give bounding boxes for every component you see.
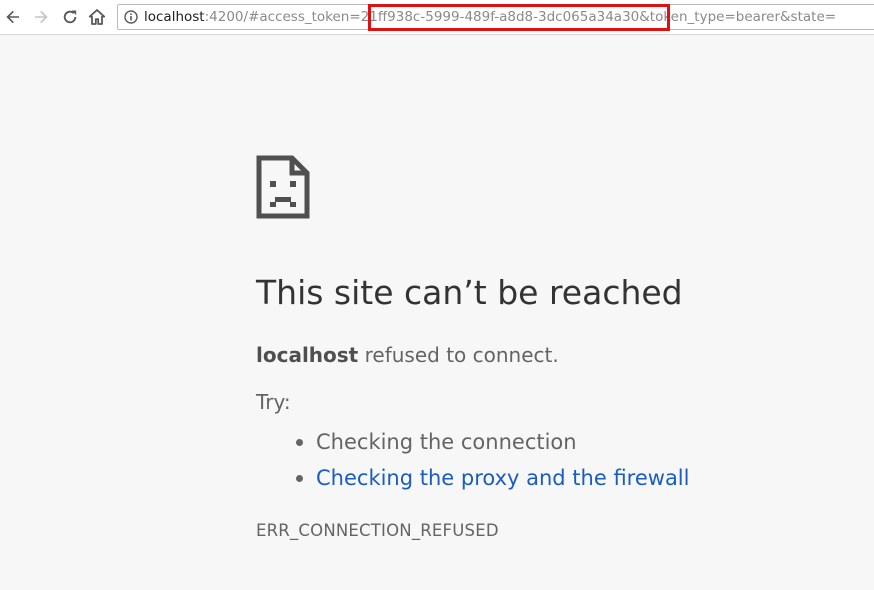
info-icon[interactable] bbox=[124, 10, 138, 24]
error-headline: This site can’t be reached bbox=[256, 273, 683, 312]
back-arrow-icon bbox=[6, 10, 20, 24]
suggestion-item[interactable]: Checking the proxy and the firewall bbox=[296, 460, 689, 496]
error-host: localhost bbox=[256, 343, 359, 367]
url-access-token: 21ff938c-5999-489f-a8d8-3dc065a34a30 bbox=[360, 9, 640, 25]
browser-toolbar: localhost:4200/#access_token=21ff938c-59… bbox=[0, 0, 874, 35]
home-icon bbox=[88, 9, 106, 25]
reload-icon bbox=[63, 10, 77, 24]
url-params: &token_type=bearer&state= bbox=[639, 9, 837, 25]
forward-arrow-icon bbox=[35, 10, 48, 24]
url-text[interactable]: localhost:4200/#access_token=21ff938c-59… bbox=[144, 9, 836, 26]
reload-button[interactable] bbox=[60, 7, 80, 27]
suggestion-list: Checking the connection Checking the pro… bbox=[296, 424, 689, 496]
error-message: refused to connect. bbox=[358, 343, 559, 367]
error-description: localhost refused to connect. bbox=[256, 342, 559, 368]
url-path: :4200/#access_token= bbox=[204, 9, 361, 25]
suggestion-check-connection: Checking the connection bbox=[316, 430, 577, 454]
home-button[interactable] bbox=[87, 7, 107, 27]
address-bar[interactable]: localhost:4200/#access_token=21ff938c-59… bbox=[117, 4, 874, 30]
error-code: ERR_CONNECTION_REFUSED bbox=[256, 521, 499, 540]
back-button[interactable] bbox=[3, 7, 23, 27]
sad-page-icon bbox=[256, 155, 310, 219]
suggestion-proxy-firewall-link[interactable]: Checking the proxy and the firewall bbox=[316, 466, 689, 490]
url-host: localhost bbox=[144, 9, 205, 25]
try-label: Try: bbox=[256, 390, 291, 414]
forward-button[interactable] bbox=[31, 7, 51, 27]
suggestion-item: Checking the connection bbox=[296, 424, 689, 460]
